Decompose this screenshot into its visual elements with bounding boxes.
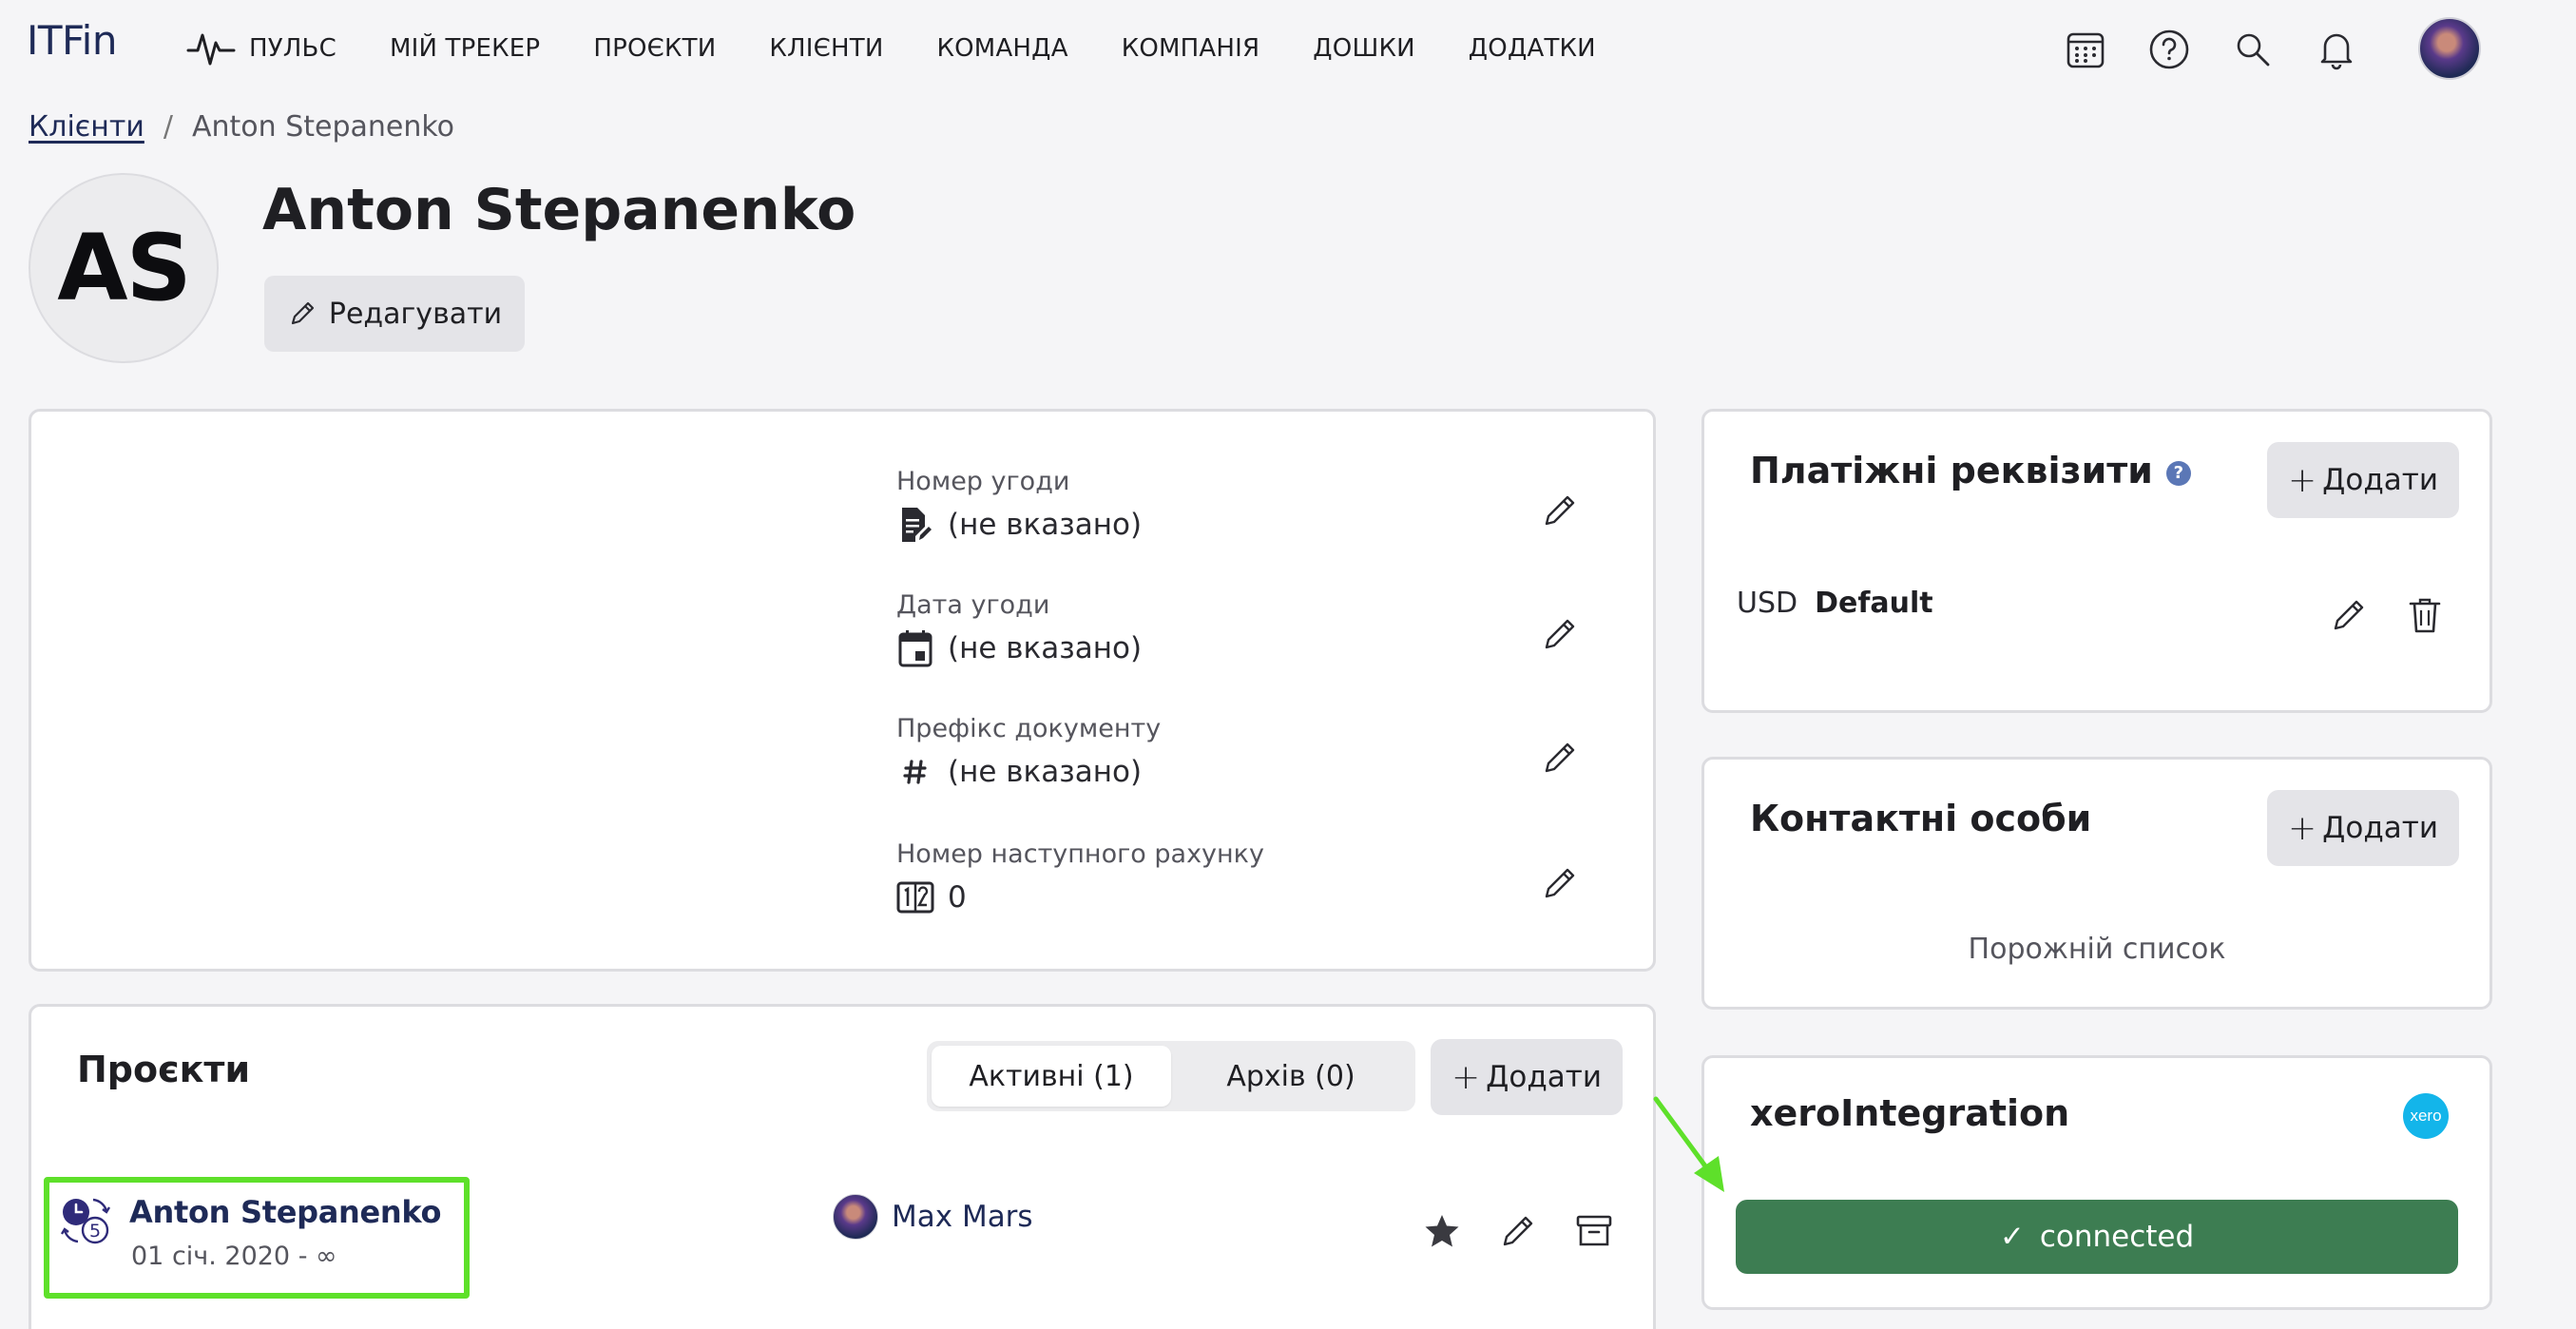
plus-icon: + [2288, 808, 2317, 848]
archive-project-button[interactable] [1573, 1210, 1615, 1252]
manager-name: Max Mars [892, 1200, 1033, 1234]
field-label: Дата угоди [896, 590, 1050, 620]
edit-client-label: Редагувати [328, 297, 503, 331]
tab-archived-projects[interactable]: Архів (0) [1171, 1046, 1411, 1107]
number-counter-icon [896, 878, 934, 916]
field-value: (не вказано) [896, 506, 1638, 544]
app-logo[interactable]: ITFin [27, 17, 117, 64]
breadcrumb-clients-link[interactable]: Клієнти [29, 110, 144, 144]
contacts-title: Контактні особи [1750, 798, 2092, 839]
calendar-icon[interactable] [2059, 23, 2112, 76]
payment-currency: USD [1737, 587, 1798, 620]
calendar-day-icon [896, 629, 934, 667]
check-icon: ✓ [1999, 1220, 2025, 1254]
breadcrumb-current: Anton Stepanenko [191, 110, 455, 144]
pencil-icon [287, 299, 317, 329]
nav-item-addons[interactable]: ДОДАТКИ [1469, 34, 1596, 63]
edit-next-invoice-number-button[interactable] [1539, 862, 1581, 904]
projects-tab-switch: Активні (1) Архів (0) [927, 1041, 1415, 1111]
help-icon[interactable] [2143, 23, 2196, 76]
search-icon[interactable] [2226, 23, 2279, 76]
plus-icon: + [2288, 460, 2317, 500]
field-next-invoice-number: Номер наступного рахунку 0 [896, 839, 1638, 916]
field-value: (не вказано) [896, 629, 1638, 667]
edit-project-button[interactable] [1497, 1210, 1539, 1252]
breadcrumb: Клієнти / Anton Stepanenko [29, 110, 454, 144]
plus-icon: + [1451, 1057, 1481, 1097]
contacts-empty-message: Порожній список [1968, 933, 2226, 966]
field-value-text: (не вказано) [948, 508, 1143, 542]
xero-connected-button[interactable]: ✓ connected [1736, 1200, 2458, 1274]
xero-logo-icon: xero [2403, 1093, 2449, 1139]
contacts-card: Контактні особи + Додати Порожній список [1701, 757, 2492, 1010]
edit-document-prefix-button[interactable] [1539, 737, 1581, 779]
field-value-text: 0 [948, 880, 967, 915]
nav-item-boards[interactable]: ДОШКИ [1313, 34, 1415, 63]
add-project-button[interactable]: + Додати [1431, 1039, 1623, 1115]
add-payment-label: Додати [2322, 463, 2438, 497]
field-label: Номер угоди [896, 467, 1070, 496]
project-type-icon: 5 [59, 1194, 112, 1247]
manager-avatar [833, 1194, 878, 1240]
field-value: 0 [896, 878, 1638, 916]
add-payment-details-button[interactable]: + Додати [2267, 442, 2459, 518]
project-name-link[interactable]: Anton Stepanenko [129, 1194, 441, 1230]
field-value-text: (не вказано) [948, 631, 1143, 665]
xero-status-label: connected [2039, 1220, 2195, 1254]
payment-details-title-text: Платіжні реквізити [1750, 450, 2153, 491]
nav-menu: ПУЛЬС МІЙ ТРЕКЕР ПРОЄКТИ КЛІЄНТИ КОМАНДА… [186, 27, 1649, 70]
client-details-card: Номер угоди (не вказано) Дата угоди (не … [29, 409, 1656, 972]
breadcrumb-separator: / [163, 110, 173, 144]
question-icon[interactable]: ? [2165, 460, 2191, 486]
nav-item-team[interactable]: КОМАНДА [936, 34, 1067, 63]
user-avatar[interactable] [2418, 17, 2481, 80]
nav-item-label: ПУЛЬС [249, 34, 336, 63]
edit-agreement-date-button[interactable] [1539, 613, 1581, 655]
tab-active-projects[interactable]: Активні (1) [932, 1046, 1171, 1107]
nav-item-my-tracker[interactable]: МІЙ ТРЕКЕР [390, 34, 540, 63]
nav-item-pulse[interactable]: ПУЛЬС [186, 29, 336, 67]
edit-client-button[interactable]: Редагувати [264, 276, 525, 352]
favorite-project-button[interactable] [1421, 1210, 1463, 1252]
payment-row: USD Default [1737, 587, 1933, 620]
payment-details-card: Платіжні реквізити? + Додати USD Default [1701, 409, 2492, 713]
pulse-icon [186, 29, 236, 67]
payment-name: Default [1815, 587, 1933, 620]
project-badge-number: 5 [89, 1221, 101, 1242]
field-label: Префікс документу [896, 714, 1162, 743]
field-label: Номер наступного рахунку [896, 839, 1264, 869]
add-project-label: Додати [1486, 1060, 1602, 1094]
hash-icon [896, 753, 934, 791]
projects-title: Проєкти [77, 1049, 251, 1090]
field-value: (не вказано) [896, 753, 1638, 791]
edit-payment-button[interactable] [2328, 594, 2370, 636]
field-value-text: (не вказано) [948, 755, 1143, 789]
page-title: Anton Stepanenko [262, 177, 856, 243]
edit-agreement-number-button[interactable] [1539, 490, 1581, 531]
xero-title: xeroIntegration [1750, 1092, 2070, 1134]
field-agreement-date: Дата угоди (не вказано) [896, 590, 1638, 667]
project-dates: 01 січ. 2020 - ∞ [131, 1242, 337, 1271]
field-document-prefix: Префікс документу (не вказано) [896, 714, 1638, 791]
add-contact-button[interactable]: + Додати [2267, 790, 2459, 866]
document-edit-icon [896, 506, 934, 544]
nav-item-projects[interactable]: ПРОЄКТИ [593, 34, 716, 63]
add-contact-label: Додати [2322, 811, 2438, 845]
top-navigation: ITFin ПУЛЬС МІЙ ТРЕКЕР ПРОЄКТИ КЛІЄНТИ К… [0, 0, 2576, 95]
annotation-arrow-icon [1650, 1093, 1736, 1198]
client-avatar: AS [29, 173, 219, 363]
payment-details-title: Платіжні реквізити? [1750, 450, 2191, 491]
nav-item-clients[interactable]: КЛІЄНТИ [769, 34, 883, 63]
bell-icon[interactable] [2310, 23, 2363, 76]
field-agreement-number: Номер угоди (не вказано) [896, 467, 1638, 544]
nav-item-company[interactable]: КОМПАНІЯ [1122, 34, 1260, 63]
delete-payment-button[interactable] [2404, 594, 2446, 636]
nav-icon-group [2059, 23, 2393, 76]
project-manager[interactable]: Max Mars [833, 1194, 1033, 1240]
